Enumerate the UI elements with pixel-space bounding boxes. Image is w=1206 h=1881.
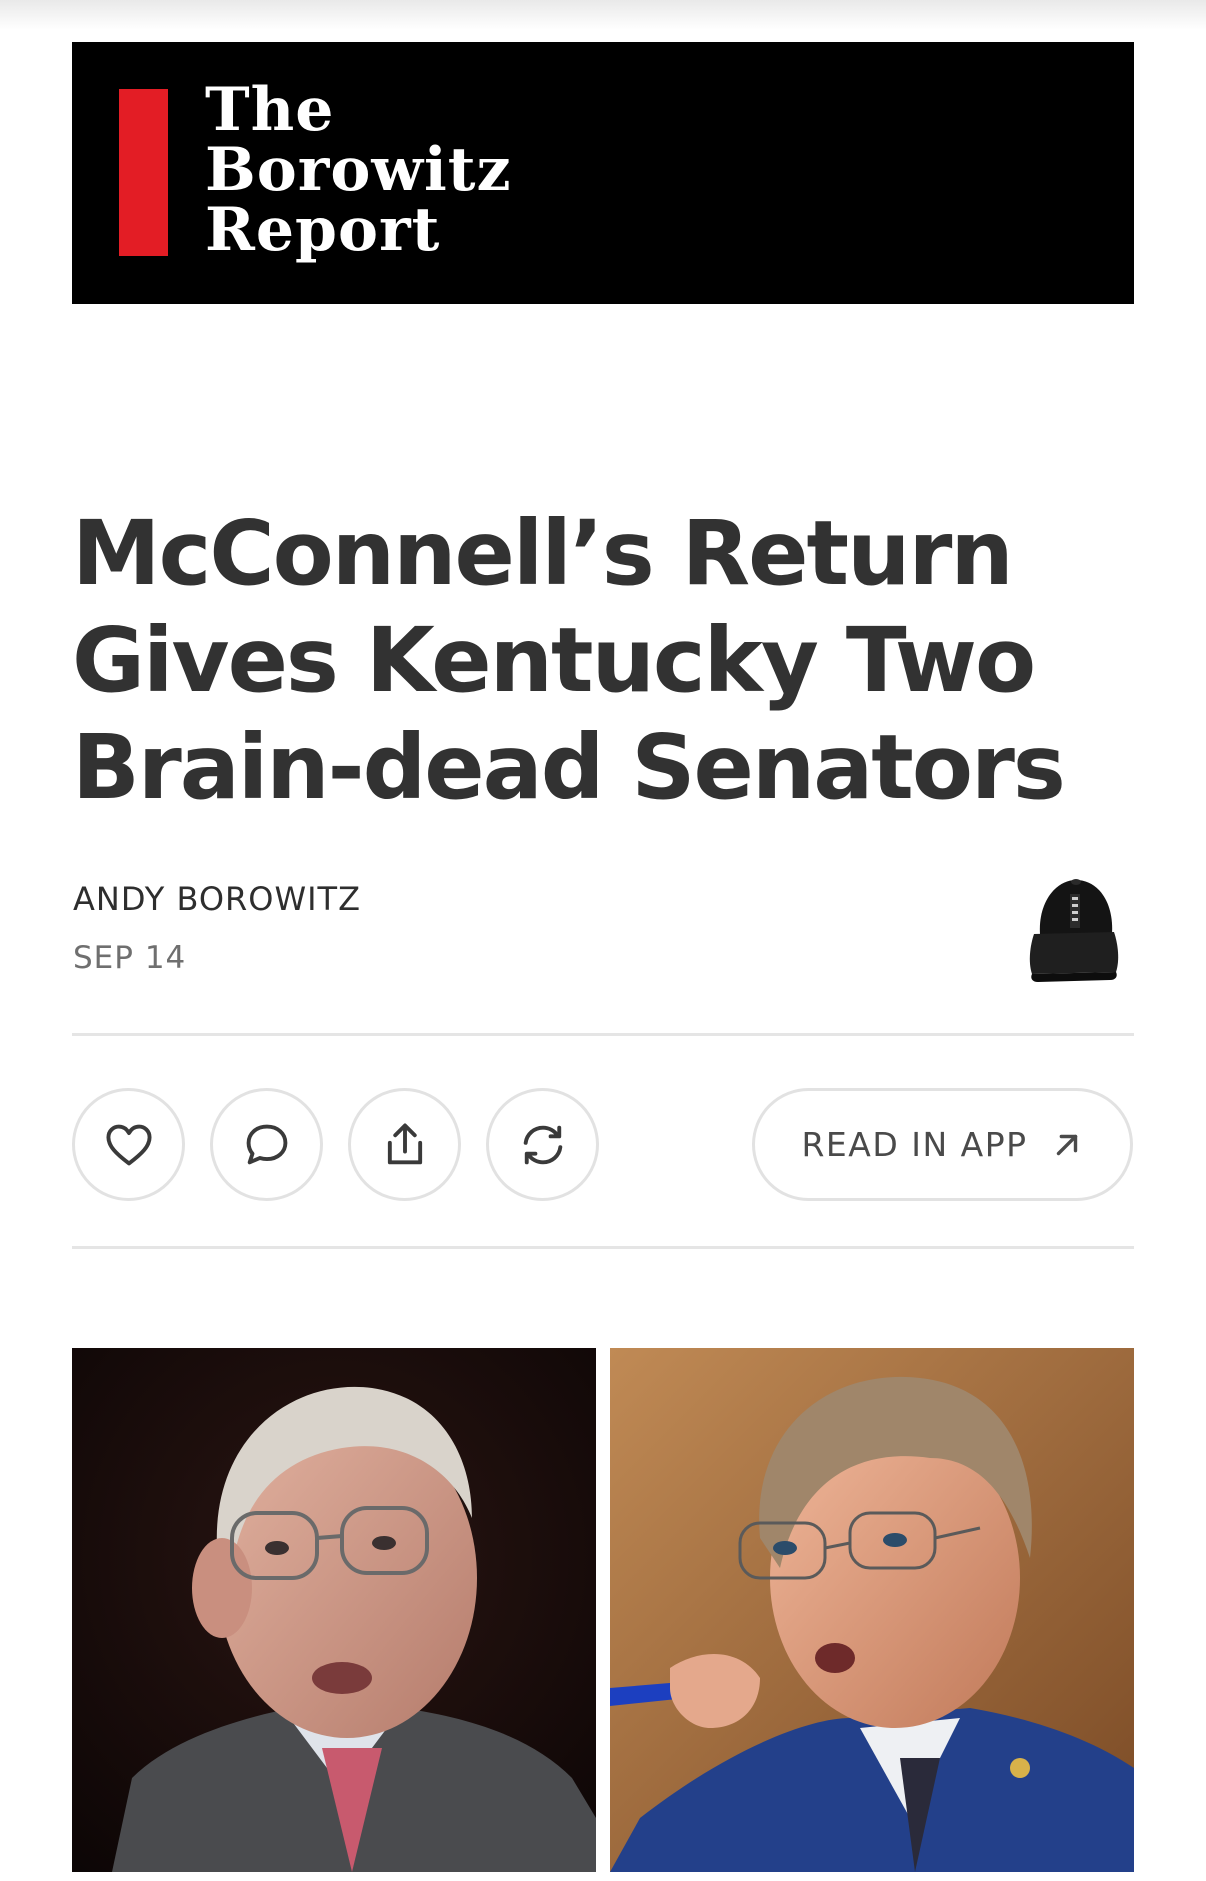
heart-icon	[105, 1124, 152, 1165]
read-in-app-button[interactable]: READ IN APP	[752, 1088, 1133, 1201]
post-date: SEP 14	[73, 940, 187, 976]
top-fade	[0, 0, 1206, 30]
comment-icon	[246, 1124, 287, 1164]
share-icon	[387, 1123, 422, 1164]
like-button[interactable]	[72, 1088, 185, 1201]
logo-line-1: The	[205, 75, 335, 145]
author-name[interactable]: ANDY BOROWITZ	[73, 880, 361, 918]
divider-bottom	[72, 1246, 1134, 1249]
divider-top	[72, 1033, 1134, 1036]
logo-line-3: Report	[205, 195, 441, 265]
mcconnell-portrait	[72, 1348, 596, 1872]
logo-red-bar	[119, 89, 168, 256]
headline-line-1: McConnell’s Return	[72, 501, 1014, 605]
logo-line-2: Borowitz	[205, 135, 512, 205]
rand-paul-portrait	[610, 1348, 1134, 1872]
restack-button[interactable]	[486, 1088, 599, 1201]
comment-button[interactable]	[210, 1088, 323, 1201]
publication-masthead[interactable]: The Borowitz Report	[72, 42, 1134, 304]
restack-icon	[523, 1125, 562, 1164]
publication-logo: The Borowitz Report	[205, 80, 512, 260]
share-button[interactable]	[348, 1088, 461, 1201]
arrow-up-right-icon	[1056, 1134, 1077, 1155]
author-avatar[interactable]	[1020, 872, 1126, 982]
article-headline: McConnell’s Return Gives Kentucky Two Br…	[72, 500, 1112, 821]
headline-line-3: Brain-dead Senators	[72, 715, 1066, 819]
cap-avatar-image	[1029, 879, 1119, 982]
read-in-app-label: READ IN APP	[801, 1125, 1028, 1164]
photo-mcconnell[interactable]	[72, 1348, 596, 1872]
photo-rand-paul[interactable]	[610, 1348, 1134, 1872]
headline-line-2: Gives Kentucky Two	[72, 608, 1036, 712]
